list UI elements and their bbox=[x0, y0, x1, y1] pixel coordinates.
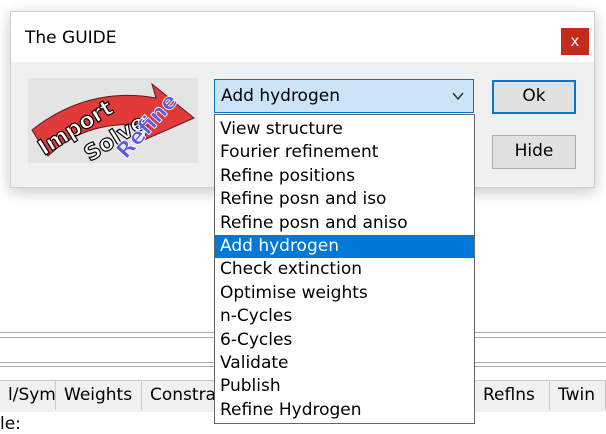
tab-sym[interactable]: l/Sym bbox=[0, 381, 56, 410]
dropdown-option[interactable]: Refine Hydrogen bbox=[215, 399, 474, 422]
dropdown-option[interactable]: Fourier refinement bbox=[215, 141, 474, 164]
dropdown-option[interactable]: Validate bbox=[215, 352, 474, 375]
ok-button[interactable]: Ok bbox=[492, 80, 576, 114]
dropdown-option[interactable]: Check extinction bbox=[215, 258, 474, 281]
dropdown-option[interactable]: Optimise weights bbox=[215, 282, 474, 305]
close-button[interactable]: x bbox=[561, 28, 589, 55]
dialog-titlebar[interactable]: The GUIDE x bbox=[11, 12, 594, 62]
tab-constraints[interactable]: Constra bbox=[142, 381, 218, 410]
tab-reflns[interactable]: Reflns bbox=[474, 381, 550, 410]
hide-button[interactable]: Hide bbox=[492, 135, 576, 169]
select-value: Add hydrogen bbox=[221, 86, 340, 106]
dropdown-option[interactable]: Refine positions bbox=[215, 165, 474, 188]
dropdown-option[interactable]: Refine posn and aniso bbox=[215, 212, 474, 235]
logo-graphic: Import Solve Refine bbox=[31, 82, 195, 163]
action-dropdown-list: View structure Fourier refinement Refine… bbox=[214, 114, 475, 424]
dialog-title: The GUIDE bbox=[25, 28, 117, 48]
dropdown-option[interactable]: Publish bbox=[215, 375, 474, 398]
dropdown-option[interactable]: 6-Cycles bbox=[215, 329, 474, 352]
file-label: le: bbox=[0, 414, 21, 434]
dropdown-option[interactable]: View structure bbox=[215, 118, 474, 141]
guide-action-select[interactable]: Add hydrogen bbox=[214, 79, 474, 113]
dropdown-option-selected[interactable]: Add hydrogen bbox=[215, 235, 474, 259]
chevron-down-icon bbox=[452, 92, 464, 101]
tab-twin[interactable]: Twin bbox=[550, 381, 606, 410]
dropdown-option[interactable]: n-Cycles bbox=[215, 305, 474, 328]
guide-logo: Import Solve Refine bbox=[28, 78, 198, 163]
tab-weights[interactable]: Weights bbox=[56, 381, 142, 410]
dropdown-option[interactable]: Refine posn and iso bbox=[215, 188, 474, 211]
close-icon: x bbox=[570, 32, 580, 50]
